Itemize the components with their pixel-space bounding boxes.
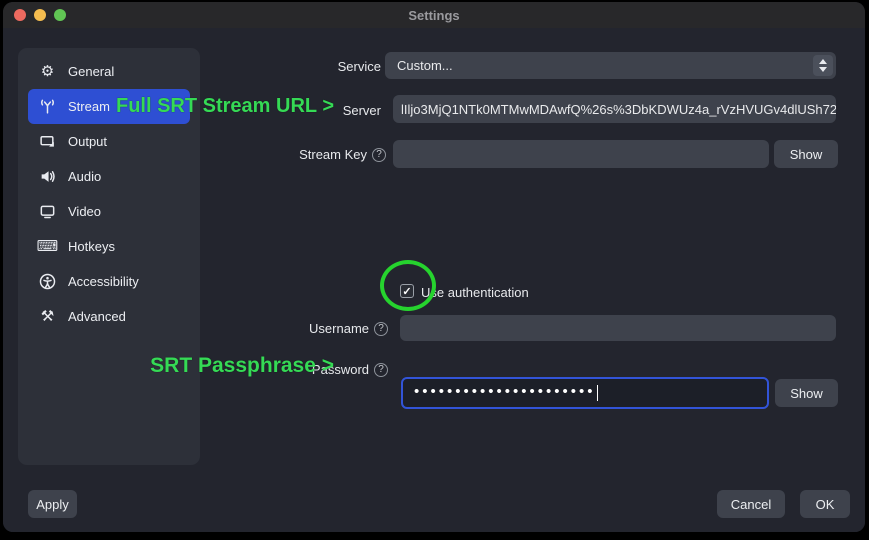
server-label: Server bbox=[343, 103, 381, 118]
display-icon bbox=[38, 202, 57, 221]
settings-window: Settings ⚙ General Stream bbox=[3, 2, 865, 532]
help-icon[interactable]: ? bbox=[374, 363, 388, 377]
sidebar-item-hotkeys[interactable]: ⌨ Hotkeys bbox=[28, 229, 190, 264]
ok-button[interactable]: OK bbox=[800, 490, 850, 518]
username-input[interactable] bbox=[400, 315, 836, 341]
close-window-button[interactable] bbox=[14, 9, 26, 21]
gear-icon: ⚙ bbox=[38, 62, 57, 81]
chevron-up-down-icon[interactable] bbox=[813, 55, 833, 76]
sidebar-item-label: Advanced bbox=[68, 309, 126, 324]
service-selected-value: Custom... bbox=[397, 58, 453, 73]
stream-key-show-button[interactable]: Show bbox=[774, 140, 838, 168]
password-annotation: SRT Passphrase > bbox=[150, 354, 334, 378]
traffic-lights bbox=[14, 9, 66, 21]
server-url-text: lIljo3MjQ1NTk0MTMwMDAwfQ%26s%3DbKDWUz4a_… bbox=[401, 102, 836, 117]
server-annotation: Full SRT Stream URL > bbox=[116, 95, 334, 118]
checkbox-highlight-circle bbox=[380, 260, 436, 311]
desktop: Settings ⚙ General Stream bbox=[0, 0, 869, 540]
text-caret bbox=[597, 385, 599, 401]
stream-key-label: Stream Key bbox=[299, 147, 367, 162]
help-icon[interactable]: ? bbox=[372, 148, 386, 162]
stream-key-labelwrap: Stream Key ? bbox=[299, 147, 386, 162]
username-labelwrap: Username ? bbox=[309, 321, 388, 336]
window-title: Settings bbox=[408, 8, 459, 23]
sidebar-item-accessibility[interactable]: Accessibility bbox=[28, 264, 190, 299]
password-show-button[interactable]: Show bbox=[775, 379, 838, 407]
stream-key-input[interactable] bbox=[393, 140, 769, 168]
keyboard-icon: ⌨ bbox=[38, 237, 57, 256]
apply-button[interactable]: Apply bbox=[28, 490, 77, 518]
sidebar-item-label: Video bbox=[68, 204, 101, 219]
tools-icon: ⚒ bbox=[38, 307, 57, 326]
sidebar-item-advanced[interactable]: ⚒ Advanced bbox=[28, 299, 190, 334]
service-select[interactable]: Custom... bbox=[385, 52, 836, 79]
zoom-window-button[interactable] bbox=[54, 9, 66, 21]
minimize-window-button[interactable] bbox=[34, 9, 46, 21]
help-icon[interactable]: ? bbox=[374, 322, 388, 336]
use-authentication-label: Use authentication bbox=[421, 285, 529, 300]
output-icon bbox=[38, 132, 57, 151]
cancel-button[interactable]: Cancel bbox=[717, 490, 785, 518]
sidebar-item-video[interactable]: Video bbox=[28, 194, 190, 229]
sidebar-item-label: Stream bbox=[68, 99, 110, 114]
sidebar-item-label: General bbox=[68, 64, 114, 79]
server-input[interactable]: lIljo3MjQ1NTk0MTMwMDAwfQ%26s%3DbKDWUz4a_… bbox=[393, 95, 836, 123]
sidebar-item-general[interactable]: ⚙ General bbox=[28, 54, 190, 89]
sidebar-item-output[interactable]: Output bbox=[28, 124, 190, 159]
password-masked-text: •••••••••••••••••••••• bbox=[414, 384, 596, 399]
speaker-icon bbox=[38, 167, 57, 186]
accessibility-icon bbox=[38, 272, 57, 291]
sidebar-item-audio[interactable]: Audio bbox=[28, 159, 190, 194]
sidebar-item-label: Output bbox=[68, 134, 107, 149]
sidebar-item-label: Hotkeys bbox=[68, 239, 115, 254]
antenna-icon bbox=[38, 97, 57, 116]
username-label: Username bbox=[309, 321, 369, 336]
password-input[interactable]: •••••••••••••••••••••• bbox=[401, 377, 769, 409]
titlebar[interactable]: Settings bbox=[3, 2, 865, 28]
sidebar-item-label: Accessibility bbox=[68, 274, 139, 289]
sidebar-item-label: Audio bbox=[68, 169, 101, 184]
service-label: Service bbox=[338, 59, 381, 74]
